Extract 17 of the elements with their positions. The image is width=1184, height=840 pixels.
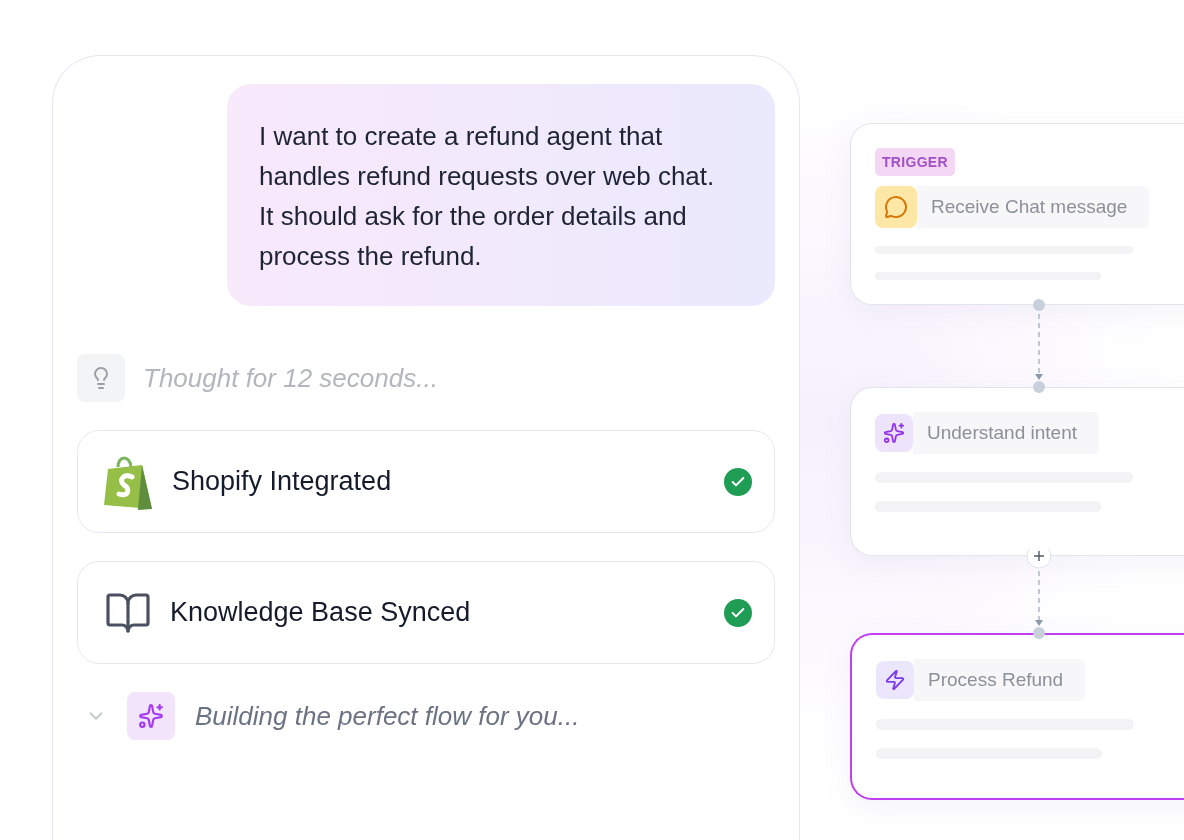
- trigger-badge: TRIGGER: [875, 148, 955, 176]
- sparkle-icon: [127, 692, 175, 740]
- sparkle-icon: [875, 414, 913, 452]
- node-label: Receive Chat message: [917, 186, 1150, 228]
- thought-status: Thought for 12 seconds...: [143, 362, 438, 394]
- chat-icon: [875, 186, 917, 228]
- flow-node[interactable]: TRIGGER Receive Chat message: [850, 123, 1184, 305]
- building-status: Building the perfect flow for you...: [195, 700, 580, 732]
- integration-label: Knowledge Base Synced: [170, 597, 472, 628]
- user-message: I want to create a refund agent that handles refund requests over web chat. It should ask for the order details and process the refund.: [227, 84, 775, 306]
- integration-label: Shopify Integrated: [172, 466, 393, 497]
- flow-node[interactable]: Understand intent: [850, 387, 1184, 556]
- node-label: Understand intent: [913, 412, 1099, 454]
- lightning-icon: [876, 661, 914, 699]
- lightbulb-icon: [77, 354, 125, 402]
- node-label: Process Refund: [914, 659, 1086, 701]
- flow-node[interactable]: Process Refund: [850, 633, 1184, 800]
